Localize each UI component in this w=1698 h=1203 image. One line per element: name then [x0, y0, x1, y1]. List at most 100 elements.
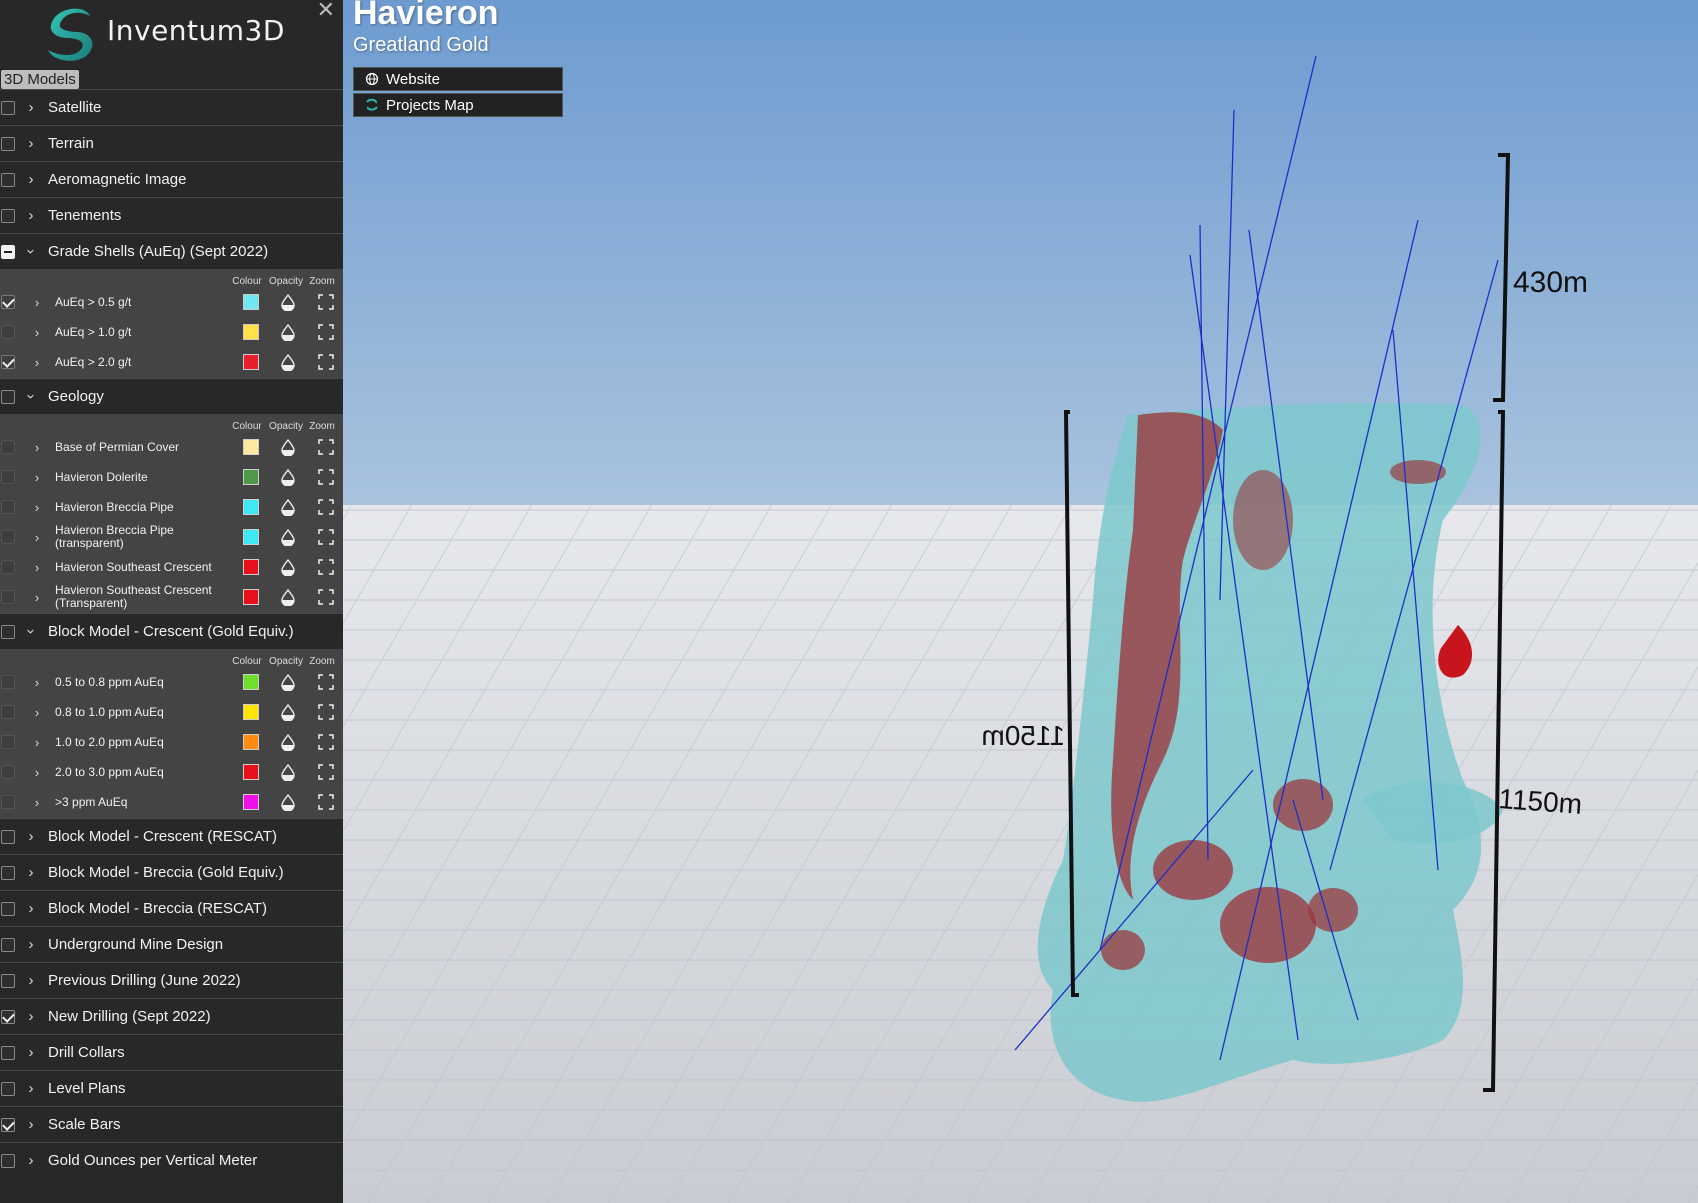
sublayer-checkbox[interactable]: [1, 705, 15, 719]
sublayer-checkbox[interactable]: [1, 735, 15, 749]
chevron-right-icon[interactable]: ›: [32, 795, 42, 810]
layer-row-scale-bars[interactable]: › Scale Bars: [0, 1106, 343, 1142]
layer-row-grade-shells[interactable]: › Grade Shells (AuEq) (Sept 2022): [0, 233, 343, 269]
colour-swatch[interactable]: [243, 294, 259, 310]
sublayer-checkbox[interactable]: [1, 530, 15, 544]
sublayer-checkbox[interactable]: [1, 500, 15, 514]
colour-swatch[interactable]: [243, 704, 259, 720]
zoom-extent-icon[interactable]: [318, 704, 334, 720]
layer-row-geology[interactable]: › Geology: [0, 378, 343, 414]
opacity-icon[interactable]: [280, 528, 296, 546]
sublayer-row[interactable]: › Havieron Breccia Pipe: [0, 492, 343, 522]
zoom-extent-icon[interactable]: [318, 764, 334, 780]
opacity-icon[interactable]: [280, 353, 296, 371]
layer-checkbox[interactable]: [1, 389, 15, 404]
layer-checkbox[interactable]: [1, 624, 15, 639]
sublayer-row[interactable]: › Havieron Dolerite: [0, 462, 343, 492]
layer-checkbox[interactable]: [1, 829, 15, 844]
sublayer-checkbox[interactable]: [1, 795, 15, 809]
colour-swatch[interactable]: [243, 529, 259, 545]
layer-checkbox[interactable]: [1, 865, 15, 880]
zoom-extent-icon[interactable]: [318, 469, 334, 485]
layer-checkbox[interactable]: [1, 1081, 15, 1096]
colour-swatch[interactable]: [243, 499, 259, 515]
layer-checkbox[interactable]: [1, 208, 15, 223]
chevron-right-icon[interactable]: ›: [32, 355, 42, 370]
layer-checkbox[interactable]: [1, 937, 15, 952]
sublayer-row[interactable]: › 2.0 to 3.0 ppm AuEq: [0, 757, 343, 787]
sublayer-row[interactable]: › 1.0 to 2.0 ppm AuEq: [0, 727, 343, 757]
colour-swatch[interactable]: [243, 734, 259, 750]
layer-checkbox[interactable]: [1, 172, 15, 187]
opacity-icon[interactable]: [280, 293, 296, 311]
projects-map-button[interactable]: Projects Map: [353, 93, 563, 117]
layer-row-satellite[interactable]: › Satellite: [0, 89, 343, 125]
layer-checkbox[interactable]: [1, 100, 15, 115]
colour-swatch[interactable]: [243, 764, 259, 780]
sublayer-row[interactable]: › Havieron Southeast Crescent: [0, 552, 343, 582]
sublayer-row[interactable]: › Havieron Southeast Crescent (Transpare…: [0, 582, 343, 612]
zoom-extent-icon[interactable]: [318, 794, 334, 810]
layer-row-previous-drilling[interactable]: › Previous Drilling (June 2022): [0, 962, 343, 998]
sublayer-row[interactable]: › 0.8 to 1.0 ppm AuEq: [0, 697, 343, 727]
opacity-icon[interactable]: [280, 498, 296, 516]
chevron-right-icon[interactable]: ›: [32, 590, 42, 605]
layer-checkbox[interactable]: [1, 1045, 15, 1060]
zoom-extent-icon[interactable]: [318, 324, 334, 340]
chevron-right-icon[interactable]: ›: [26, 1152, 36, 1169]
colour-swatch[interactable]: [243, 794, 259, 810]
layer-row-drill-collars[interactable]: › Drill Collars: [0, 1034, 343, 1070]
layer-row-block-model-crescent-gold[interactable]: › Block Model - Crescent (Gold Equiv.): [0, 613, 343, 649]
sublayer-row[interactable]: › AuEq > 0.5 g/t: [0, 287, 343, 317]
sublayer-checkbox[interactable]: [1, 765, 15, 779]
chevron-right-icon[interactable]: ›: [26, 135, 36, 152]
chevron-right-icon[interactable]: ›: [26, 828, 36, 845]
layer-row-level-plans[interactable]: › Level Plans: [0, 1070, 343, 1106]
sublayer-row[interactable]: › Base of Permian Cover: [0, 432, 343, 462]
chevron-right-icon[interactable]: ›: [26, 972, 36, 989]
opacity-icon[interactable]: [280, 558, 296, 576]
sublayer-row[interactable]: › AuEq > 2.0 g/t: [0, 347, 343, 377]
layer-row-block-model-breccia-gold[interactable]: › Block Model - Breccia (Gold Equiv.): [0, 854, 343, 890]
sublayer-row[interactable]: › >3 ppm AuEq: [0, 787, 343, 817]
chevron-down-icon[interactable]: ›: [23, 627, 40, 637]
layer-row-block-model-crescent-rescat[interactable]: › Block Model - Crescent (RESCAT): [0, 818, 343, 854]
chevron-right-icon[interactable]: ›: [26, 1080, 36, 1097]
chevron-right-icon[interactable]: ›: [26, 864, 36, 881]
opacity-icon[interactable]: [280, 703, 296, 721]
chevron-right-icon[interactable]: ›: [26, 900, 36, 917]
layer-checkbox[interactable]: [1, 901, 15, 916]
zoom-extent-icon[interactable]: [318, 529, 334, 545]
sublayer-checkbox[interactable]: [1, 470, 15, 484]
zoom-extent-icon[interactable]: [318, 559, 334, 575]
layer-row-new-drilling[interactable]: › New Drilling (Sept 2022): [0, 998, 343, 1034]
chevron-right-icon[interactable]: ›: [32, 735, 42, 750]
sublayer-checkbox[interactable]: [1, 675, 15, 689]
layer-row-tenements[interactable]: › Tenements: [0, 197, 343, 233]
layer-checkbox[interactable]: [1, 1117, 15, 1132]
sublayer-checkbox[interactable]: [1, 560, 15, 574]
colour-swatch[interactable]: [243, 559, 259, 575]
colour-swatch[interactable]: [243, 589, 259, 605]
colour-swatch[interactable]: [243, 354, 259, 370]
opacity-icon[interactable]: [280, 793, 296, 811]
opacity-icon[interactable]: [280, 588, 296, 606]
zoom-extent-icon[interactable]: [318, 589, 334, 605]
colour-swatch[interactable]: [243, 469, 259, 485]
chevron-right-icon[interactable]: ›: [32, 500, 42, 515]
layer-checkbox[interactable]: [1, 973, 15, 988]
sublayer-checkbox[interactable]: [1, 355, 15, 369]
layer-checkbox[interactable]: [1, 136, 15, 151]
chevron-down-icon[interactable]: ›: [23, 392, 40, 402]
opacity-icon[interactable]: [280, 673, 296, 691]
close-icon[interactable]: ✕: [317, 0, 335, 21]
chevron-right-icon[interactable]: ›: [32, 560, 42, 575]
sublayer-checkbox[interactable]: [1, 325, 15, 339]
opacity-icon[interactable]: [280, 733, 296, 751]
sublayer-row[interactable]: › 0.5 to 0.8 ppm AuEq: [0, 667, 343, 697]
zoom-extent-icon[interactable]: [318, 354, 334, 370]
chevron-right-icon[interactable]: ›: [32, 325, 42, 340]
chevron-right-icon[interactable]: ›: [26, 207, 36, 224]
layer-row-block-model-breccia-rescat[interactable]: › Block Model - Breccia (RESCAT): [0, 890, 343, 926]
chevron-right-icon[interactable]: ›: [32, 530, 42, 545]
